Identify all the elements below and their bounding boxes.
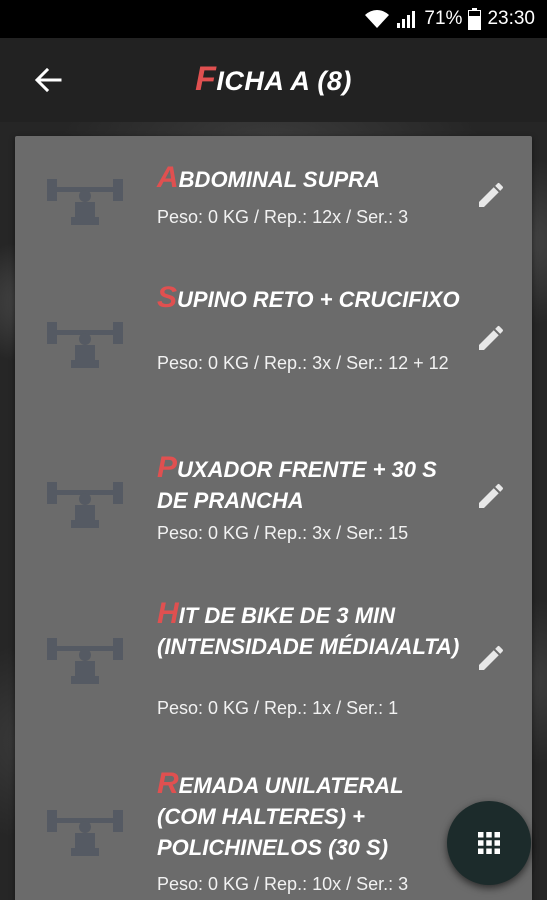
edit-button[interactable]: [471, 638, 511, 678]
pencil-icon: [479, 325, 504, 350]
clock: 23:30: [487, 8, 535, 29]
list-item[interactable]: ABDOMINAL SUPRA Peso: 0 KG / Rep.: 12x /…: [15, 136, 532, 286]
battery-icon: [468, 8, 482, 30]
pencil-icon: [479, 645, 504, 670]
list-item[interactable]: PUXADOR FRENTE + 30 S DE PRANCHA Peso: 0…: [15, 452, 532, 606]
exercise-list: ABDOMINAL SUPRA Peso: 0 KG / Rep.: 12x /…: [15, 136, 532, 900]
page-title-first-letter: F: [195, 60, 217, 98]
list-item[interactable]: HIT DE BIKE DE 3 MIN (INTENSIDADE MÉDIA/…: [15, 598, 532, 776]
edit-button[interactable]: [471, 318, 511, 358]
list-item[interactable]: SUPINO RETO + CRUCIFIXO Peso: 0 KG / Rep…: [15, 282, 532, 456]
grid-icon: [478, 832, 500, 854]
exercise-title: ABDOMINAL SUPRA: [157, 161, 380, 194]
exercise-detail: Peso: 0 KG / Rep.: 3x / Ser.: 15: [157, 523, 409, 543]
weightlifter-icon: [45, 800, 125, 860]
exercise-title: SUPINO RETO + CRUCIFIXO: [157, 281, 460, 314]
weightlifter-icon: [45, 628, 125, 688]
exercise-detail: Peso: 0 KG / Rep.: 10x / Ser.: 3: [157, 874, 409, 894]
menu-fab-button[interactable]: [447, 801, 531, 885]
edit-button[interactable]: [471, 476, 511, 516]
weightlifter-icon: [45, 312, 125, 372]
exercise-detail: Peso: 0 KG / Rep.: 1x / Ser.: 1: [157, 698, 399, 718]
status-bar: 71% 23:30: [0, 0, 547, 38]
exercise-detail: Peso: 0 KG / Rep.: 12x / Ser.: 3: [157, 207, 409, 227]
exercise-title: REMADA UNILATERAL (COM HALTERES) + POLIC…: [157, 767, 404, 860]
battery-percent: 71%: [424, 8, 463, 29]
pencil-icon: [479, 483, 504, 508]
page-title-rest: ICHA A (8): [216, 66, 352, 96]
exercise-title: PUXADOR FRENTE + 30 S DE PRANCHA: [157, 451, 437, 513]
exercise-title: HIT DE BIKE DE 3 MIN (INTENSIDADE MÉDIA/…: [157, 597, 460, 659]
exercise-detail: Peso: 0 KG / Rep.: 3x / Ser.: 12 + 12: [157, 353, 449, 373]
wifi-icon: [364, 9, 390, 29]
weightlifter-icon: [45, 169, 125, 229]
edit-button[interactable]: [471, 175, 511, 215]
page-title: FICHA A (8): [0, 60, 547, 99]
pencil-icon: [479, 182, 504, 207]
app-bar: FICHA A (8): [0, 38, 547, 122]
signal-icon: [396, 9, 418, 29]
weightlifter-icon: [45, 472, 125, 532]
